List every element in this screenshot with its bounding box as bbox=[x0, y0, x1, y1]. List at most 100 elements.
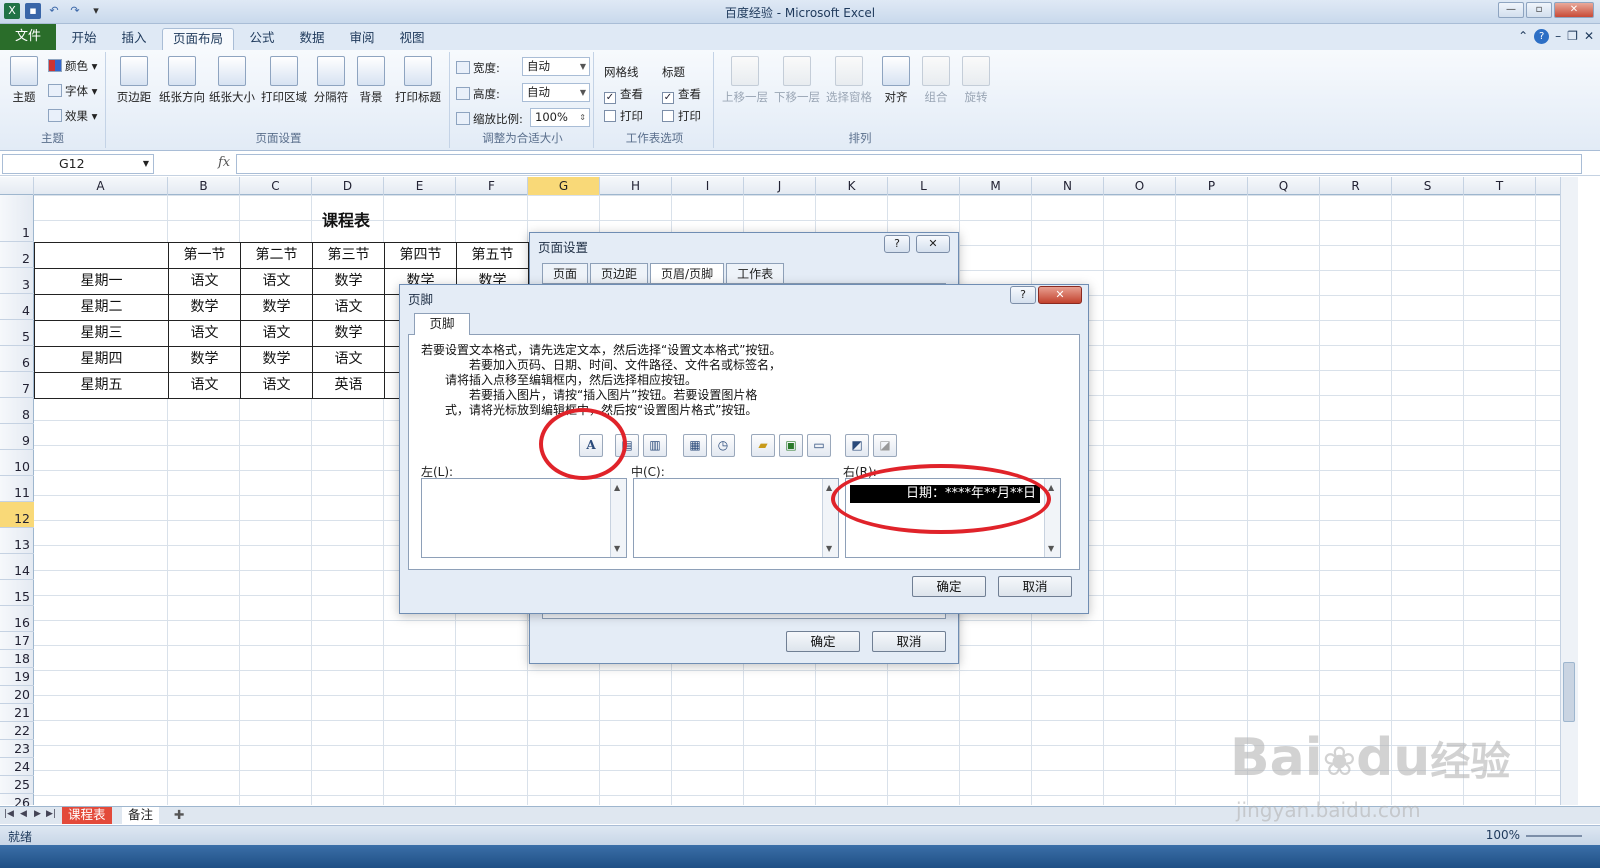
insert-picture-button[interactable]: ◩ bbox=[845, 434, 869, 457]
effects-button[interactable]: 效果 ▾ bbox=[48, 108, 97, 124]
table-day-cell[interactable]: 星期四 bbox=[34, 346, 169, 373]
column-header[interactable]: F bbox=[456, 177, 528, 195]
row-header[interactable]: 18 bbox=[0, 650, 34, 668]
workbook-minimize-icon[interactable]: – bbox=[1555, 29, 1561, 44]
row-header[interactable]: 24 bbox=[0, 758, 34, 776]
next-sheet-icon[interactable]: ▶ bbox=[34, 809, 41, 819]
tab-view[interactable]: 视图 bbox=[390, 28, 434, 50]
row-header[interactable]: 1 bbox=[0, 195, 34, 242]
row-header[interactable]: 22 bbox=[0, 722, 34, 740]
tab-header-footer[interactable]: 页眉/页脚 bbox=[650, 263, 725, 284]
insert-file-name-button[interactable]: ▣ bbox=[779, 434, 803, 457]
table-cell[interactable]: 数学 bbox=[240, 294, 313, 321]
table-cell[interactable]: 数学 bbox=[168, 346, 241, 373]
table-header-cell[interactable]: 第三节 bbox=[312, 242, 385, 269]
background-button[interactable]: 背景 bbox=[352, 56, 390, 105]
column-header[interactable]: G bbox=[528, 177, 600, 195]
table-cell[interactable]: 数学 bbox=[240, 346, 313, 373]
colors-button[interactable]: 颜色 ▾ bbox=[48, 58, 97, 74]
row-header[interactable]: 17 bbox=[0, 632, 34, 650]
column-header[interactable]: E bbox=[384, 177, 456, 195]
tab-file[interactable]: 文件 bbox=[0, 24, 56, 50]
right-section-scrollbar[interactable]: ▲ ▼ bbox=[1044, 479, 1060, 557]
left-section-scrollbar[interactable]: ▲ ▼ bbox=[610, 479, 626, 557]
insert-sheet-name-button[interactable]: ▭ bbox=[807, 434, 831, 457]
column-header[interactable]: A bbox=[34, 177, 168, 195]
table-header-cell[interactable]: 第一节 bbox=[168, 242, 241, 269]
column-header[interactable]: M bbox=[960, 177, 1032, 195]
tab-review[interactable]: 审阅 bbox=[340, 28, 384, 50]
table-cell[interactable]: 语文 bbox=[168, 372, 241, 399]
row-header[interactable]: 21 bbox=[0, 704, 34, 722]
headings-view-checkbox[interactable]: ✓ 查看 bbox=[662, 86, 701, 104]
row-header[interactable]: 10 bbox=[0, 450, 34, 476]
footer-cancel-button[interactable]: 取消 bbox=[998, 576, 1072, 597]
insert-time-button[interactable]: ◷ bbox=[711, 434, 735, 457]
ribbon-collapse-icon[interactable]: ⌃ bbox=[1518, 29, 1528, 44]
row-header[interactable]: 8 bbox=[0, 398, 34, 424]
row-header[interactable]: 25 bbox=[0, 776, 34, 794]
scale-input[interactable]: 100% ⇕ bbox=[530, 108, 590, 127]
table-cell[interactable]: 语文 bbox=[168, 268, 241, 295]
name-box[interactable]: G12 ▼ bbox=[2, 154, 154, 174]
table-header-cell[interactable]: 第五节 bbox=[456, 242, 529, 269]
table-header-cell[interactable]: 第二节 bbox=[240, 242, 313, 269]
formula-input[interactable] bbox=[236, 154, 1582, 174]
table-header-cell[interactable]: 第四节 bbox=[384, 242, 457, 269]
table-cell[interactable]: 语文 bbox=[240, 268, 313, 295]
row-header[interactable]: 3 bbox=[0, 268, 34, 294]
row-header[interactable]: 2 bbox=[0, 242, 34, 268]
send-backward-button[interactable]: 下移一层 bbox=[772, 56, 822, 105]
paper-size-button[interactable]: 纸张大小 bbox=[208, 56, 256, 105]
row-header[interactable]: 7 bbox=[0, 372, 34, 398]
tab-page-layout[interactable]: 页面布局 bbox=[162, 28, 234, 50]
height-select[interactable]: 自动 ▼ bbox=[522, 83, 590, 102]
format-text-button[interactable]: A bbox=[579, 434, 603, 457]
row-header[interactable]: 16 bbox=[0, 606, 34, 632]
center-section-input[interactable]: ▲ ▼ bbox=[633, 478, 839, 558]
maximize-button[interactable]: ▫ bbox=[1526, 2, 1552, 18]
sheet-tab-schedule[interactable]: 课程表 bbox=[62, 807, 112, 824]
insert-sheet-icon[interactable]: ✚ bbox=[168, 807, 190, 824]
table-day-cell[interactable]: 星期三 bbox=[34, 320, 169, 347]
zoom-slider[interactable] bbox=[1526, 835, 1582, 837]
left-section-input[interactable]: ▲ ▼ bbox=[421, 478, 627, 558]
insert-file-path-button[interactable]: ▰ bbox=[751, 434, 775, 457]
page-setup-help-button[interactable]: ? bbox=[884, 235, 910, 253]
tab-insert[interactable]: 插入 bbox=[112, 28, 156, 50]
table-cell[interactable]: 英语 bbox=[312, 372, 385, 399]
vertical-scrollbar[interactable] bbox=[1560, 177, 1578, 805]
fonts-button[interactable]: 字体 ▾ bbox=[48, 83, 97, 99]
center-section-scrollbar[interactable]: ▲ ▼ bbox=[822, 479, 838, 557]
column-header[interactable]: H bbox=[600, 177, 672, 195]
footer-ok-button[interactable]: 确定 bbox=[912, 576, 986, 597]
rotate-button[interactable]: 旋转 bbox=[958, 56, 994, 105]
tab-sheet[interactable]: 工作表 bbox=[726, 263, 785, 284]
table-cell[interactable]: 语文 bbox=[312, 346, 385, 373]
gridlines-print-checkbox[interactable]: 打印 bbox=[604, 108, 643, 124]
table-cell[interactable]: 数学 bbox=[312, 268, 385, 295]
workbook-restore-icon[interactable]: ❐ bbox=[1567, 29, 1578, 44]
row-header[interactable]: 23 bbox=[0, 740, 34, 758]
row-header[interactable]: 20 bbox=[0, 686, 34, 704]
page-setup-ok-button[interactable]: 确定 bbox=[786, 631, 860, 652]
prev-sheet-icon[interactable]: ◀ bbox=[20, 809, 27, 819]
footer-close-button[interactable]: ✕ bbox=[1038, 286, 1082, 304]
column-header[interactable]: O bbox=[1104, 177, 1176, 195]
margins-button[interactable]: 页边距 bbox=[112, 56, 156, 105]
minimize-button[interactable]: — bbox=[1498, 2, 1524, 18]
row-header[interactable]: 14 bbox=[0, 554, 34, 580]
print-titles-button[interactable]: 打印标题 bbox=[392, 56, 444, 105]
zoom-level[interactable]: 100% bbox=[1486, 828, 1520, 842]
last-sheet-icon[interactable]: ▶| bbox=[46, 809, 56, 819]
width-select[interactable]: 自动 ▼ bbox=[522, 57, 590, 76]
column-header[interactable]: N bbox=[1032, 177, 1104, 195]
column-header[interactable]: C bbox=[240, 177, 312, 195]
column-header[interactable]: Q bbox=[1248, 177, 1320, 195]
column-header[interactable]: P bbox=[1176, 177, 1248, 195]
insert-date-button[interactable]: ▦ bbox=[683, 434, 707, 457]
table-day-cell[interactable]: 星期一 bbox=[34, 268, 169, 295]
close-button[interactable]: ✕ bbox=[1554, 2, 1594, 18]
page-setup-close-button[interactable]: ✕ bbox=[916, 235, 950, 253]
column-header[interactable]: I bbox=[672, 177, 744, 195]
